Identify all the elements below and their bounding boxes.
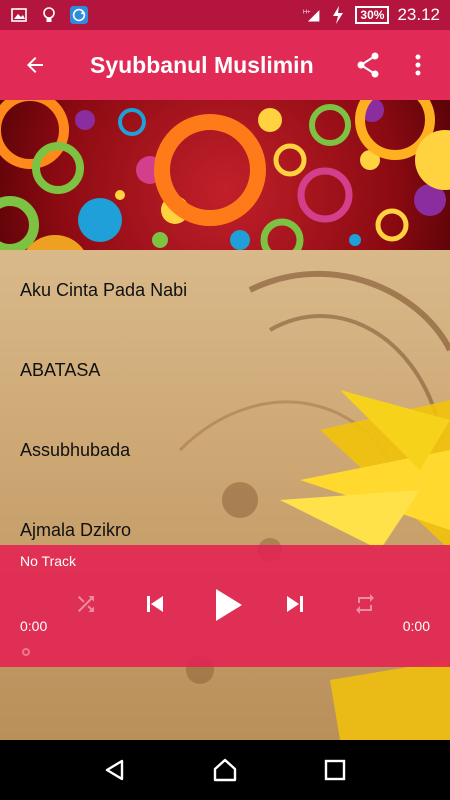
seek-bar-thumb[interactable] — [22, 648, 30, 656]
list-item[interactable]: ABATASA — [0, 330, 450, 410]
list-item[interactable]: Assubhubada — [0, 410, 450, 490]
track-list: Aku Cinta Pada Nabi ABATASA Assubhubada … — [0, 250, 450, 570]
nav-back-icon — [105, 759, 124, 781]
lightbulb-notification-icon — [40, 6, 58, 24]
play-icon — [216, 589, 242, 621]
status-bar: H+ 30% 23.12 — [0, 0, 450, 30]
home-icon — [213, 758, 237, 782]
total-duration: 0:00 — [402, 618, 430, 634]
elapsed-time: 0:00 — [20, 618, 48, 634]
back-button[interactable] — [0, 30, 70, 100]
battery-level: 30% — [355, 6, 390, 24]
page-title: Syubbanul Muslimin — [90, 51, 314, 78]
charging-icon — [329, 6, 347, 24]
nav-home-button[interactable] — [205, 750, 245, 790]
skip-previous-icon — [147, 596, 163, 612]
shuffle-button[interactable] — [72, 590, 100, 618]
more-vert-icon — [415, 54, 421, 76]
track-title: Ajmala Dzikro — [20, 519, 132, 540]
share-icon — [357, 52, 379, 78]
track-title: ABATASA — [20, 359, 101, 380]
recents-icon — [324, 759, 346, 781]
svg-text:H+: H+ — [303, 9, 311, 15]
list-item[interactable]: Aku Cinta Pada Nabi — [0, 250, 450, 330]
banner-image — [0, 100, 450, 250]
system-nav-bar — [0, 740, 450, 800]
skip-next-icon — [287, 596, 303, 612]
previous-button[interactable] — [140, 589, 170, 619]
clock: 23.12 — [397, 5, 440, 24]
image-notification-icon — [10, 6, 28, 24]
sync-app-icon — [70, 6, 88, 24]
arrow-back-icon — [27, 57, 43, 73]
signal-icon: H+ — [303, 6, 321, 24]
nav-back-button[interactable] — [95, 750, 135, 790]
repeat-icon — [356, 594, 374, 614]
repeat-button[interactable] — [351, 590, 379, 618]
next-button[interactable] — [280, 589, 310, 619]
play-button[interactable] — [210, 585, 246, 625]
overflow-menu-button[interactable] — [398, 30, 438, 100]
now-playing-label: No Track — [20, 553, 77, 569]
track-title: Assubhubada — [20, 439, 131, 460]
player-bar: No Track 0:00 0:00 — [0, 545, 450, 667]
app-bar: Syubbanul Muslimin — [0, 30, 450, 100]
shuffle-icon — [78, 596, 94, 612]
track-title: Aku Cinta Pada Nabi — [20, 279, 188, 300]
nav-recents-button[interactable] — [315, 750, 355, 790]
share-button[interactable] — [348, 30, 388, 100]
